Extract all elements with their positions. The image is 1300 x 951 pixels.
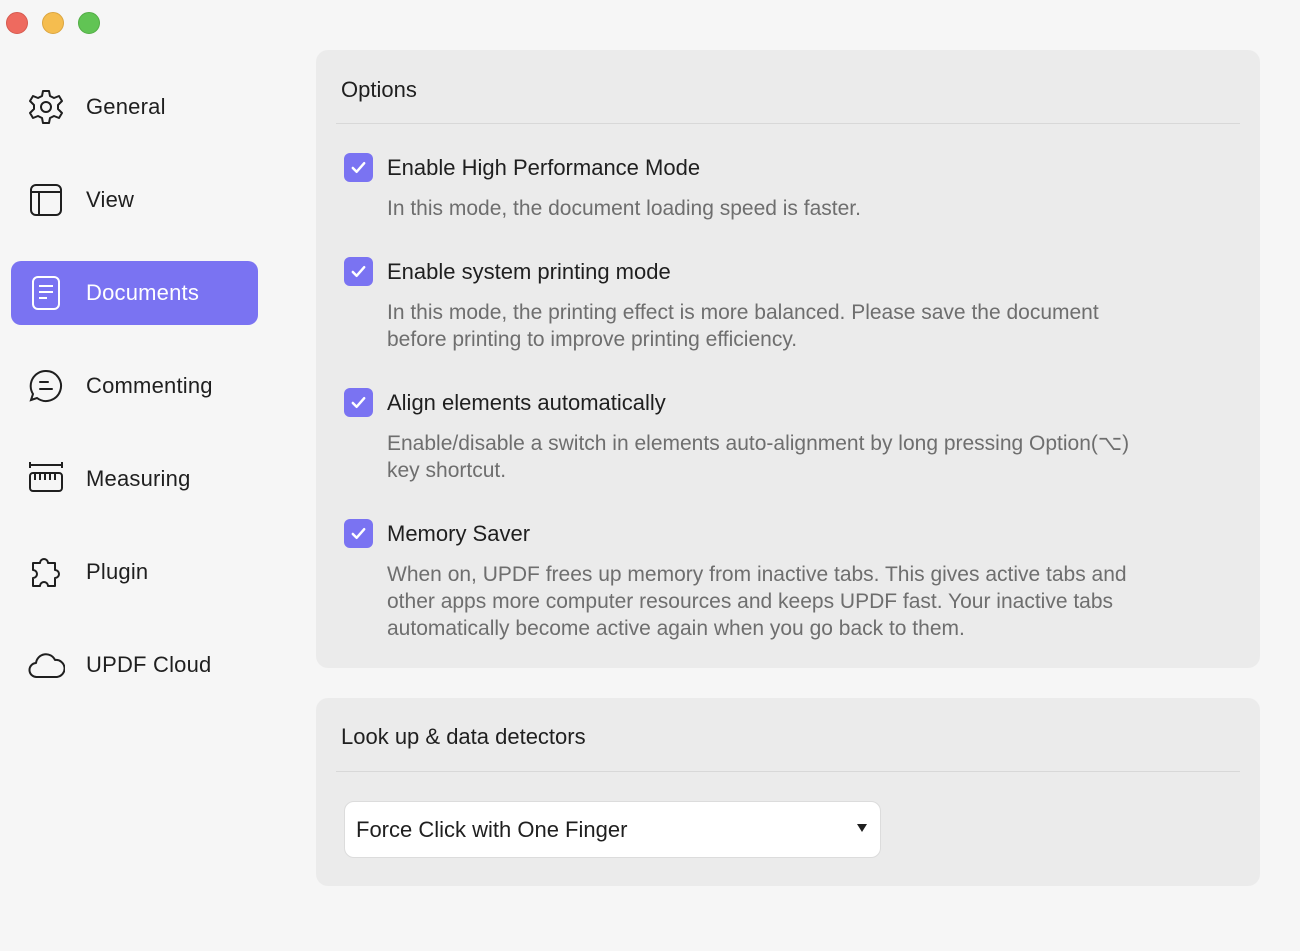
panel-title: Look up & data detectors (341, 724, 586, 749)
panel-title: Options (341, 77, 417, 102)
divider (336, 771, 1240, 772)
high-performance-checkbox[interactable] (344, 153, 373, 182)
option-description: When on, UPDF frees up memory from inact… (387, 561, 1217, 642)
zoom-window-button[interactable] (78, 12, 100, 34)
lookup-gesture-select[interactable]: Force Click with One Finger (344, 801, 881, 858)
description-line: before printing to improve printing effi… (387, 328, 798, 351)
description-line: automatically become active again when y… (387, 617, 965, 640)
description-line: In this mode, the document loading speed… (387, 197, 861, 220)
option-title: Enable system printing mode (387, 259, 671, 284)
gear-icon (27, 88, 65, 126)
option-title: Align elements automatically (387, 390, 666, 415)
sidebar-item-plugin[interactable]: Plugin (11, 540, 258, 604)
preferences-window: General View Documents Commenting Measur… (0, 0, 1300, 951)
close-window-button[interactable] (6, 12, 28, 34)
sidebar-item-general[interactable]: General (11, 75, 258, 139)
description-line: When on, UPDF frees up memory from inact… (387, 563, 1127, 586)
divider (336, 123, 1240, 124)
document-icon (27, 274, 65, 312)
option-title: Memory Saver (387, 521, 531, 546)
description-line: key shortcut. (387, 459, 507, 482)
sidebar-item-label: UPDF Cloud (86, 652, 212, 677)
option-description: Enable/disable a switch in elements auto… (387, 430, 1217, 484)
comment-icon (27, 367, 65, 405)
layout-icon (27, 181, 65, 219)
puzzle-icon (27, 553, 65, 591)
description-line: other apps more computer resources and k… (387, 590, 1114, 613)
select-value: Force Click with One Finger (356, 816, 628, 842)
chevron-down-icon (857, 824, 867, 832)
ruler-icon (27, 460, 65, 498)
sidebar-item-label: Measuring (86, 466, 191, 491)
options-panel: Options Enable High Performance Mode In … (316, 50, 1260, 668)
sidebar: General View Documents Commenting Measur… (11, 75, 258, 726)
memory-saver-checkbox[interactable] (344, 519, 373, 548)
minimize-window-button[interactable] (42, 12, 64, 34)
sidebar-item-label: Documents (86, 280, 200, 305)
align-elements-checkbox[interactable] (344, 388, 373, 417)
option-description: In this mode, the document loading speed… (387, 195, 1217, 222)
option-title: Enable High Performance Mode (387, 155, 701, 180)
system-printing-checkbox[interactable] (344, 257, 373, 286)
sidebar-item-label: View (86, 187, 135, 212)
checkmark-icon (351, 396, 366, 409)
lookup-panel: Look up & data detectors Force Click wit… (316, 698, 1260, 886)
sidebar-item-documents[interactable]: Documents (11, 261, 258, 325)
cloud-icon (27, 646, 65, 684)
option-description: In this mode, the printing effect is mor… (387, 299, 1217, 353)
sidebar-item-commenting[interactable]: Commenting (11, 354, 258, 418)
sidebar-item-label: Commenting (86, 373, 213, 398)
checkmark-icon (351, 265, 366, 278)
description-line: Enable/disable a switch in elements auto… (387, 432, 1130, 455)
sidebar-item-updf-cloud[interactable]: UPDF Cloud (11, 633, 258, 697)
checkmark-icon (351, 161, 366, 174)
sidebar-item-label: General (86, 94, 166, 119)
description-line: In this mode, the printing effect is mor… (387, 301, 1099, 324)
window-controls (6, 12, 100, 34)
checkmark-icon (351, 527, 366, 540)
sidebar-item-measuring[interactable]: Measuring (11, 447, 258, 511)
sidebar-item-label: Plugin (86, 559, 149, 584)
sidebar-item-view[interactable]: View (11, 168, 258, 232)
